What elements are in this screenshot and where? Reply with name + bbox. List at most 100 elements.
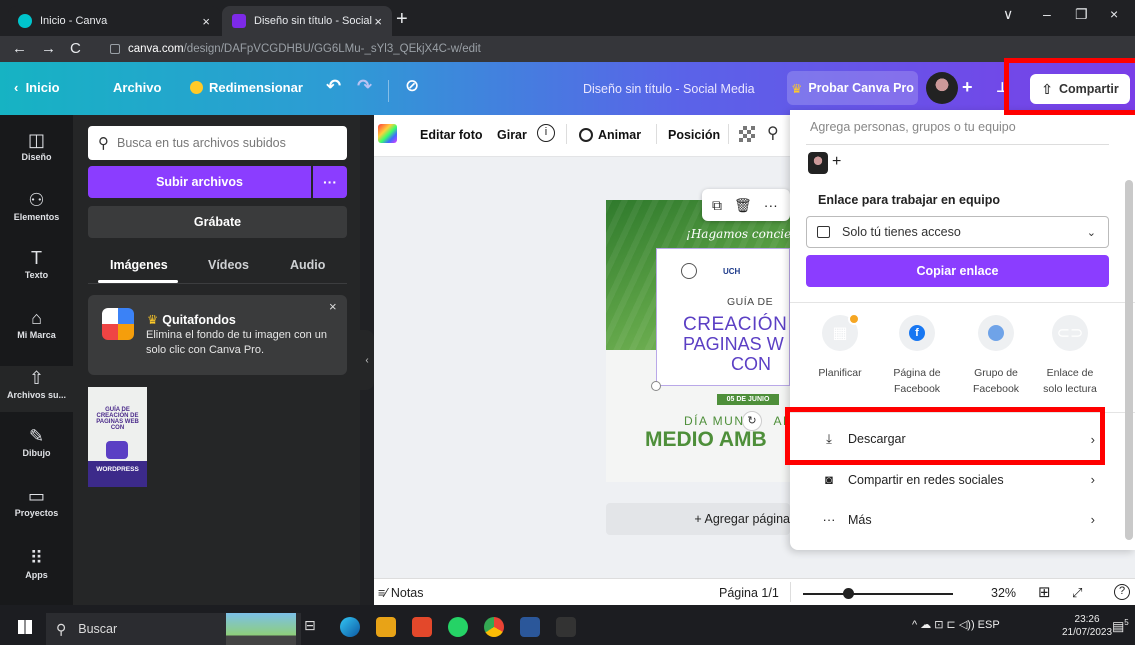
brave-icon[interactable] <box>412 617 432 637</box>
page-indicator[interactable]: Página 1/1 <box>719 586 779 600</box>
upload-more-button[interactable]: ··· <box>313 166 347 198</box>
rail-label: Proyectos <box>14 508 59 518</box>
zoom-level[interactable]: 32% <box>991 586 1016 600</box>
active-app-icon[interactable] <box>556 617 576 637</box>
share-scrollbar[interactable] <box>1125 180 1133 540</box>
chevron-right-icon: › <box>1090 512 1095 527</box>
edit-photo-button[interactable]: Editar foto <box>420 128 483 142</box>
tab-close-icon[interactable]: × <box>202 14 210 29</box>
grid-view-icon[interactable]: ⊞ <box>1038 583 1051 601</box>
collapse-panel-handle[interactable]: ‹ <box>360 330 374 390</box>
tab-search-icon[interactable]: ∨ <box>1003 6 1013 23</box>
cloud-save-icon[interactable]: ⊘ <box>405 76 419 96</box>
word-icon[interactable] <box>520 617 540 637</box>
chevron-down-icon: ⌄ <box>1086 226 1096 239</box>
tab-audio[interactable]: Audio <box>290 258 325 272</box>
paint-roller-icon[interactable]: ⚲ <box>767 123 779 143</box>
file-explorer-icon[interactable] <box>376 617 396 637</box>
search-icon: ⚲ <box>56 620 67 637</box>
user-avatar[interactable] <box>926 72 958 104</box>
rail-label: Dibujo <box>22 448 51 458</box>
resize-handle[interactable] <box>651 381 661 391</box>
rail-item-text[interactable]: T Texto <box>0 248 73 280</box>
draw-icon: ✎ <box>28 426 45 446</box>
browser-tab-inicio[interactable]: Inicio - Canva × <box>8 6 220 36</box>
add-page-button[interactable]: + Agregar página <box>606 503 790 535</box>
task-view-icon[interactable]: ⊟ <box>304 617 324 637</box>
rail-item-apps[interactable]: ⠿ Apps <box>0 548 73 580</box>
share-social-menu-item[interactable]: ◙ Compartir en redes sociales › <box>820 472 1095 487</box>
system-clock[interactable]: 23:26 21/07/2023 <box>1062 613 1112 639</box>
rail-item-elements[interactable]: ⚇ Elementos <box>0 190 73 222</box>
menu-label: Compartir en redes sociales <box>848 472 1004 487</box>
notification-center-icon[interactable]: ▤5 <box>1112 618 1129 634</box>
system-tray[interactable]: ^ ☁ ⊡ ⊏ ◁)) ESP <box>912 618 1000 631</box>
share-option-facebook-page[interactable]: f Página de Facebook <box>885 315 949 397</box>
horizontal-scrollbar[interactable] <box>374 565 1135 577</box>
search-highlight-image <box>226 613 296 645</box>
animate-label: Animar <box>598 128 642 142</box>
zoom-slider-knob[interactable] <box>842 588 854 599</box>
edge-icon[interactable] <box>340 617 360 637</box>
home-button[interactable]: ‹ Inicio <box>14 80 60 95</box>
try-pro-label: Probar Canva Pro <box>808 81 914 95</box>
url-field[interactable]: canva.com /design/DAFpVCGDHBU/GG6LMu-_sY… <box>110 38 990 60</box>
crown-icon: ♛ <box>791 81 803 96</box>
help-icon[interactable]: ? <box>1114 584 1130 600</box>
upload-files-button[interactable]: Subir archivos <box>88 166 311 198</box>
thumb-logo <box>106 441 128 459</box>
file-menu-button[interactable]: Archivo <box>113 80 161 95</box>
new-tab-button[interactable]: + <box>396 8 408 31</box>
maximize-icon[interactable]: ❐ <box>1075 6 1088 23</box>
animate-button[interactable]: Animar <box>579 128 641 142</box>
windows-start-icon[interactable] <box>18 620 32 634</box>
minimize-icon[interactable]: – <box>1043 6 1051 22</box>
promo-title-text: Quitafondos <box>162 313 236 327</box>
add-people-icon[interactable]: + <box>962 77 973 98</box>
more-options-icon[interactable]: ··· <box>764 197 778 213</box>
transparency-icon[interactable] <box>739 126 755 142</box>
uploaded-image-thumbnail[interactable]: GUÍA DE CREACIÓN DE PAGINAS WEB CON WORD… <box>88 387 147 487</box>
window-close-icon[interactable]: × <box>1110 6 1118 22</box>
tab-videos[interactable]: Vídeos <box>208 258 249 272</box>
more-menu-item[interactable]: ··· Más › <box>820 512 1096 527</box>
close-icon[interactable]: × <box>329 299 337 314</box>
rail-item-design[interactable]: ◫ Diseño <box>0 130 73 162</box>
redo-icon[interactable]: ↷ <box>357 76 372 97</box>
invite-people-input[interactable]: Agrega personas, grupos o tu equipo <box>806 115 1109 145</box>
delete-icon[interactable]: 🗑 <box>734 197 752 214</box>
access-level-select[interactable]: Solo tú tienes acceso ⌄ <box>806 216 1109 248</box>
rail-item-uploads[interactable]: ⇧ Archivos su... <box>0 366 73 412</box>
record-yourself-button[interactable]: Grábate <box>88 206 347 238</box>
whatsapp-icon[interactable] <box>448 617 468 637</box>
share-option-read-only-link[interactable]: ⊂⊃ Enlace de solo lectura <box>1038 315 1102 397</box>
duplicate-icon[interactable]: ⧉ <box>712 197 722 214</box>
tab-close-icon[interactable]: × <box>374 14 382 29</box>
add-collaborator-icon[interactable]: + <box>832 153 841 171</box>
notes-button[interactable]: ≡⁄ Notas <box>378 586 424 600</box>
share-option-schedule[interactable]: ▦ Planificar <box>808 313 872 381</box>
copy-link-button[interactable]: Copiar enlace <box>806 255 1109 287</box>
rail-item-draw[interactable]: ✎ Dibujo <box>0 426 73 458</box>
nav-buttons[interactable]: ←→C <box>12 40 95 57</box>
tab-images[interactable]: Imágenes <box>110 258 168 272</box>
info-icon[interactable]: i <box>537 124 555 142</box>
document-title[interactable]: Diseño sin título - Social Media <box>583 82 755 96</box>
rotate-button[interactable]: Girar <box>497 128 527 142</box>
position-button[interactable]: Posición <box>668 128 720 142</box>
fullscreen-icon[interactable]: ⤢ <box>1072 585 1082 601</box>
rail-item-projects[interactable]: ▭ Proyectos <box>0 486 73 518</box>
brand-icon: ⌂ <box>31 308 42 328</box>
header-divider <box>388 80 389 102</box>
resize-button[interactable]: Redimensionar <box>190 80 303 95</box>
design-con-text: CON <box>731 354 771 374</box>
undo-icon[interactable]: ↶ <box>326 76 341 97</box>
color-picker-icon[interactable] <box>378 124 397 143</box>
browser-tab-design[interactable]: Diseño sin título - Social Media × <box>222 6 392 36</box>
chrome-icon[interactable] <box>484 617 504 637</box>
zoom-slider[interactable] <box>803 593 953 595</box>
share-option-facebook-group[interactable]: Grupo de Facebook <box>964 315 1028 397</box>
uploads-search-input[interactable]: ⚲ Busca en tus archivos subidos <box>88 126 347 160</box>
try-pro-button[interactable]: ♛ Probar Canva Pro <box>787 71 918 105</box>
rail-item-brand[interactable]: ⌂ Mi Marca <box>0 308 73 340</box>
